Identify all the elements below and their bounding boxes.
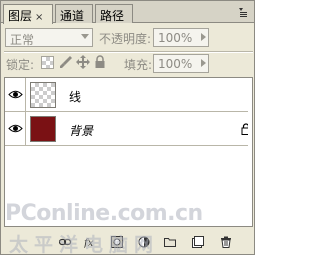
lock-move-icon[interactable] (76, 55, 90, 69)
layers-panel: 图层 × 通道 路径 正常 不透明度: 100% 锁定: 填充: 100% 线 … (0, 0, 255, 255)
visibility-toggle[interactable] (5, 78, 26, 111)
visibility-toggle[interactable] (5, 112, 26, 145)
layer-name[interactable]: 背景 (69, 122, 93, 139)
layer-list-scrollbar[interactable] (248, 78, 252, 226)
tab-layers[interactable]: 图层 × (3, 4, 53, 24)
lock-label: 锁定: (6, 58, 35, 72)
tab-channels-label: 通道 (60, 9, 85, 23)
panel-tab-strip: 图层 × 通道 路径 (1, 1, 254, 24)
bottom-toolbar: fx (1, 229, 254, 254)
lock-all-icon[interactable] (93, 55, 107, 69)
opacity-slider-arrow-icon[interactable] (201, 33, 206, 41)
new-group-icon[interactable] (164, 236, 176, 248)
panel-menu-icon[interactable] (237, 6, 249, 18)
tab-paths-label: 路径 (100, 9, 125, 23)
chevron-down-icon (81, 34, 89, 39)
fill-label: 填充: (124, 58, 153, 72)
layer-name[interactable]: 线 (69, 88, 81, 105)
fill-value: 100% (158, 57, 193, 71)
tab-paths[interactable]: 路径 (95, 4, 133, 23)
tab-channels[interactable]: 通道 (55, 4, 93, 23)
opacity-value: 100% (158, 31, 193, 45)
delete-layer-icon[interactable] (220, 236, 232, 248)
svg-text:fx: fx (84, 238, 94, 248)
divider (4, 51, 253, 53)
layer-thumbnail (30, 116, 56, 142)
blend-mode-select[interactable]: 正常 (5, 28, 93, 47)
eye-icon (8, 90, 23, 99)
blend-mode-value: 正常 (10, 33, 35, 47)
adjustment-layer-icon[interactable] (138, 236, 150, 248)
layer-style-icon[interactable]: fx (84, 236, 96, 248)
layer-thumbnail (30, 82, 56, 108)
lock-transparent-icon[interactable] (41, 56, 54, 69)
layer-row[interactable]: 背景 (5, 112, 252, 146)
lock-paint-icon[interactable] (59, 55, 73, 69)
fill-slider-arrow-icon[interactable] (201, 59, 206, 67)
layer-row[interactable]: 线 (5, 78, 252, 112)
layer-mask-icon[interactable] (111, 236, 123, 248)
layer-list: 线 背景 (4, 77, 253, 227)
opacity-label: 不透明度: (99, 32, 152, 46)
close-icon[interactable]: × (35, 12, 43, 23)
new-layer-icon[interactable] (192, 236, 204, 248)
eye-icon (8, 124, 23, 133)
link-layers-icon[interactable] (59, 236, 71, 248)
tab-layers-label: 图层 (8, 9, 33, 23)
